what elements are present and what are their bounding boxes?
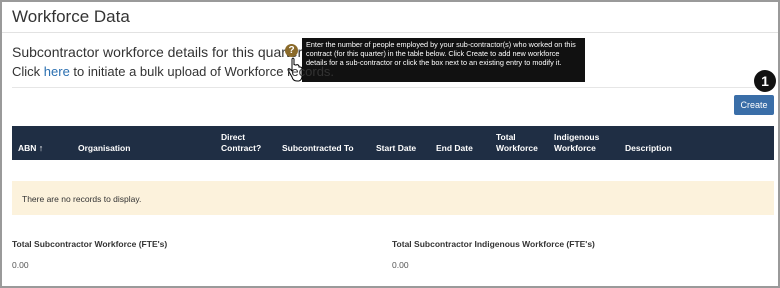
column-header-start-date[interactable]: Start Date	[376, 143, 416, 154]
column-header-subcontracted-to[interactable]: Subcontracted To	[282, 143, 354, 154]
bulk-upload-line: Click here to initiate a bulk upload of …	[12, 64, 334, 79]
divider	[12, 87, 774, 88]
total-indigenous-label: Total Subcontractor Indigenous Workforce…	[392, 239, 595, 249]
column-header-indigenous-workforce[interactable]: Indigenous Workforce	[554, 132, 614, 154]
column-header-abn[interactable]: ABN ↑	[18, 143, 43, 154]
page-title: Workforce Data	[12, 7, 130, 26]
total-subcontractor-value: 0.00	[12, 260, 29, 270]
column-header-direct-contract[interactable]: Direct Contract?	[221, 132, 271, 154]
page-header: Workforce Data	[2, 2, 778, 33]
help-tooltip: Enter the number of people employed by y…	[302, 38, 585, 82]
empty-records-text: There are no records to display.	[22, 194, 142, 204]
column-header-total-workforce[interactable]: Total Workforce	[496, 132, 546, 154]
column-header-description[interactable]: Description	[625, 143, 672, 154]
bulk-upload-suffix: to initiate a bulk upload of Workforce r…	[69, 64, 335, 79]
create-button[interactable]: Create	[734, 95, 774, 115]
empty-records-message: There are no records to display.	[12, 181, 774, 215]
total-subcontractor-label: Total Subcontractor Workforce (FTE's)	[12, 239, 168, 249]
total-indigenous-value: 0.00	[392, 260, 409, 270]
column-header-organisation[interactable]: Organisation	[78, 143, 130, 154]
bulk-upload-prefix: Click	[12, 64, 44, 79]
help-icon[interactable]: ?	[285, 44, 298, 57]
workforce-panel: Workforce Data Subcontractor workforce d…	[0, 0, 780, 288]
bulk-upload-link[interactable]: here	[44, 64, 70, 79]
sort-arrow-up-icon[interactable]: ↑	[39, 143, 44, 153]
step-badge: 1	[754, 70, 776, 92]
table-header: ABN ↑ Organisation Direct Contract? Subc…	[12, 126, 774, 160]
column-header-end-date[interactable]: End Date	[436, 143, 473, 154]
